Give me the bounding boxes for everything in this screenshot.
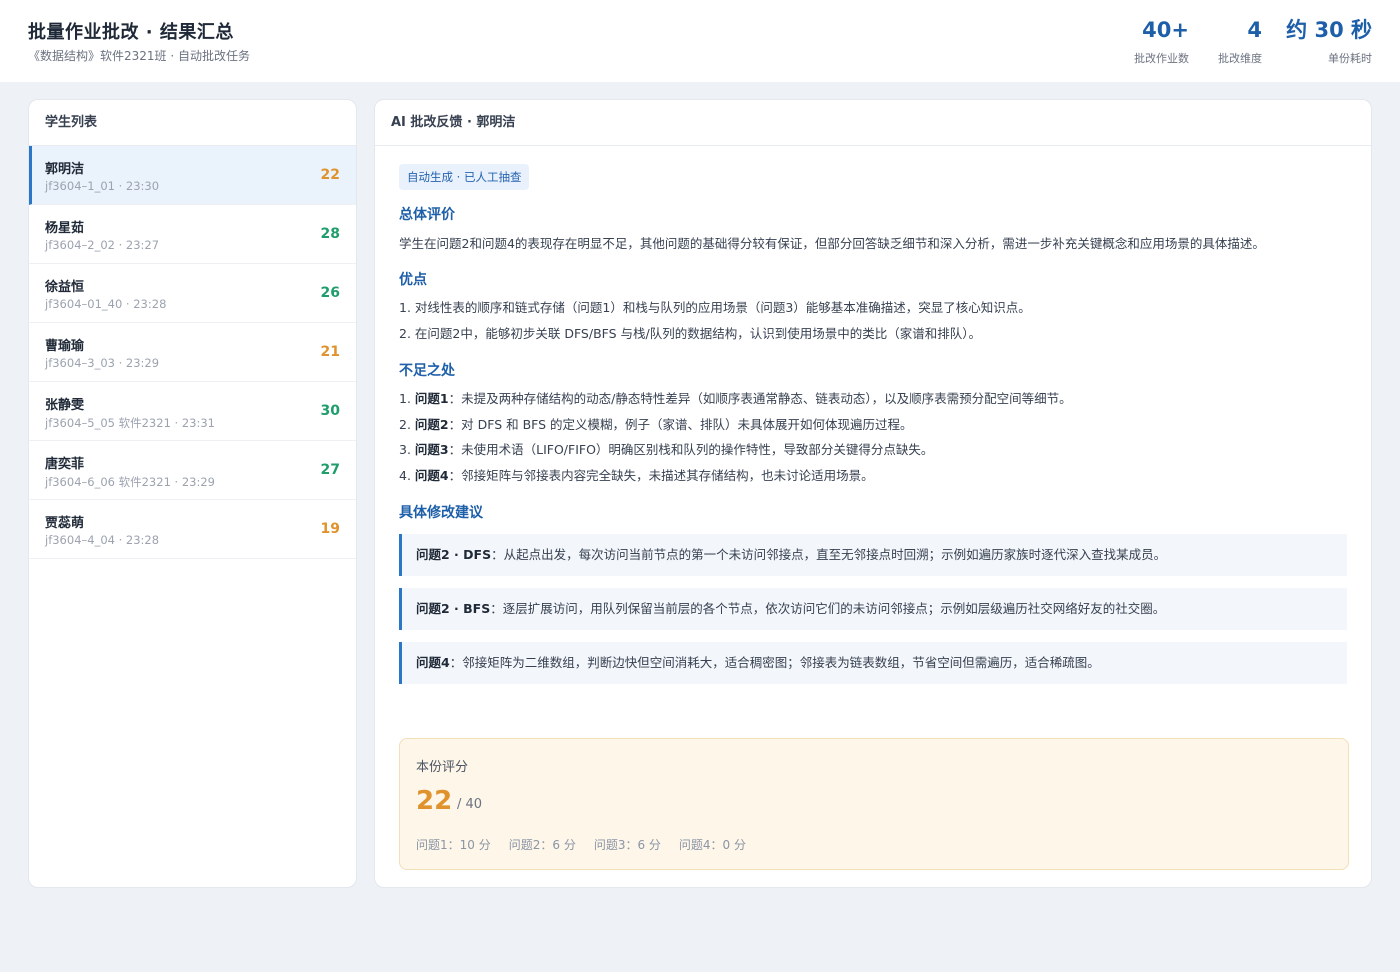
feedback-body: 自动生成 · 已人工抽查 总体评价 学生在问题2和问题4的表现存在明显不足，其他… bbox=[375, 146, 1371, 870]
student-name: 杨星茹 bbox=[45, 221, 85, 236]
stat-label: 单份耗时 bbox=[1328, 52, 1372, 65]
stat-value: 40+ bbox=[1142, 18, 1189, 42]
student-name: 贾蕊萌 bbox=[45, 516, 85, 531]
page-subtitle: 《数据结构》软件2321班 · 自动批改任务 bbox=[28, 49, 250, 63]
student-list: 郭明洁 jf3604–1_01 · 23:30 22 杨星茹 jf3604–2_02 ·… bbox=[29, 146, 356, 559]
list-item: 2. 在问题2中，能够初步关联 DFS/BFS 与栈/队列的数据结构，认识到使用… bbox=[399, 325, 981, 341]
strengths-list: 1. 对线性表的顺序和链式存储（问题1）和栈与队列的应用场景（问题3）能够基本准… bbox=[399, 295, 1347, 346]
student-score: 21 bbox=[320, 344, 340, 360]
student-score: 27 bbox=[320, 462, 340, 478]
weaknesses-list: 1. 问题1：未提及两种存储结构的动态/静态特性差异（如顺序表通常静态、链表动态… bbox=[399, 386, 1347, 488]
student-meta: jf3604–4_04 · 23:28 bbox=[45, 533, 160, 547]
score-breakdown: 问题1：10 分 问题2：6 分 问题3：6 分 问题4：0 分 bbox=[416, 836, 764, 853]
item-text: ：未提及两种存储结构的动态/静态特性差异（如顺序表通常静态、链表动态），以及顺序… bbox=[448, 391, 1072, 406]
item-number: 2. bbox=[399, 416, 411, 432]
student-name: 曹瑜瑜 bbox=[45, 339, 85, 354]
student-score: 26 bbox=[320, 285, 340, 301]
item-label: 问题3 bbox=[414, 442, 449, 457]
item-label: 问题2 bbox=[414, 416, 449, 432]
item-number: 4. bbox=[399, 467, 411, 483]
top-bar: 批量作业批改 · 结果汇总 《数据结构》软件2321班 · 自动批改任务 40+… bbox=[0, 0, 1400, 82]
suggestion-item: 问题2 · BFS：逐层扩展访问，用队列保留当前层的各个节点，依次访问它们的未访… bbox=[399, 588, 1347, 630]
list-item: 1. 问题1：未提及两种存储结构的动态/静态特性差异（如顺序表通常静态、链表动态… bbox=[399, 386, 1347, 412]
score-breakdown-item: 问题1：10 分 bbox=[416, 838, 491, 852]
suggestion-text: ：从起点出发，每次访问当前节点的第一个未访问邻接点，直至无邻接点时回溯；示例如遍… bbox=[491, 547, 1167, 562]
suggestion-text: ：逐层扩展访问，用队列保留当前层的各个节点，依次访问它们的未访问邻接点；示例如层… bbox=[490, 601, 1166, 616]
stat-value: 约 30 秒 bbox=[1286, 18, 1372, 42]
student-score: 22 bbox=[320, 167, 340, 183]
item-number: 3. bbox=[399, 442, 411, 457]
student-item[interactable]: 徐益恒 jf3604–01_40 · 23:28 26 bbox=[29, 264, 356, 323]
item-label: 问题4 bbox=[414, 467, 449, 483]
suggestion-label: 问题2 · DFS bbox=[416, 547, 492, 562]
student-item[interactable]: 张静雯 jf3604–5_05 软件2321 · 23:31 30 bbox=[29, 382, 356, 441]
student-item[interactable]: 郭明洁 jf3604–1_01 · 23:30 22 bbox=[29, 146, 356, 205]
list-item: 3. 问题3：未使用术语（LIFO/FIFO）明确区别栈和队列的操作特性，导致部… bbox=[399, 437, 1347, 463]
student-meta: jf3604–6_06 软件2321 · 23:29 bbox=[45, 475, 215, 489]
stat-label: 批改作业数 bbox=[1134, 52, 1189, 65]
student-meta: jf3604–1_01 · 23:30 bbox=[45, 179, 160, 193]
list-item: 1. 对线性表的顺序和链式存储（问题1）和栈与队列的应用场景（问题3）能够基本准… bbox=[399, 300, 1031, 315]
suggestions-title: 具体修改建议 bbox=[399, 505, 483, 521]
student-score: 28 bbox=[320, 226, 340, 242]
stat-dimensions: 4 批改维度 bbox=[1218, 17, 1262, 66]
item-text: ：对 DFS 和 BFS 的定义模糊，例子（家谱、排队）未具体展开如何体现遍历过… bbox=[448, 416, 913, 432]
student-name: 张静雯 bbox=[45, 398, 85, 413]
student-name: 郭明洁 bbox=[45, 162, 85, 177]
score-breakdown-item: 问题2：6 分 bbox=[508, 838, 576, 852]
stat-time-per-copy: 约 30 秒 单份耗时 bbox=[1286, 17, 1372, 66]
suggestion-text: ：邻接矩阵为二维数组，判断边快但空间消耗大，适合稠密图；邻接表为链表数组，节省空… bbox=[449, 655, 1100, 670]
score-total: / 40 bbox=[457, 797, 483, 812]
suggestion-item: 问题4：邻接矩阵为二维数组，判断边快但空间消耗大，适合稠密图；邻接表为链表数组，… bbox=[399, 642, 1347, 684]
student-score: 30 bbox=[320, 403, 340, 419]
page-title: 批量作业批改 · 结果汇总 bbox=[28, 22, 234, 43]
student-name: 唐奕菲 bbox=[45, 457, 85, 472]
suggestion-item: 问题2 · DFS：从起点出发，每次访问当前节点的第一个未访问邻接点，直至无邻接… bbox=[399, 534, 1347, 576]
suggestions-list: 问题2 · DFS：从起点出发，每次访问当前节点的第一个未访问邻接点，直至无邻接… bbox=[399, 534, 1347, 684]
score-summary: 本份评分 22 / 40 问题1：10 分 问题2：6 分 问题3：6 分 问题4：0… bbox=[399, 738, 1349, 870]
stat-homework-count: 40+ 批改作业数 bbox=[1134, 17, 1189, 66]
student-meta: jf3604–3_03 · 23:29 bbox=[45, 356, 160, 370]
list-item: 4. 问题4：邻接矩阵与邻接表内容完全缺失，未描述其存储结构，也未讨论适用场景。 bbox=[399, 463, 1347, 489]
student-meta: jf3604–2_02 · 23:27 bbox=[45, 238, 160, 252]
student-meta: jf3604–5_05 软件2321 · 23:31 bbox=[45, 416, 215, 430]
list-item: 2. 问题2：对 DFS 和 BFS 的定义模糊，例子（家谱、排队）未具体展开如… bbox=[399, 412, 1347, 438]
score-breakdown-item: 问题4：0 分 bbox=[678, 838, 747, 852]
score-label: 本份评分 bbox=[416, 760, 469, 775]
student-item[interactable]: 唐奕菲 jf3604–6_06 软件2321 · 23:29 27 bbox=[29, 441, 356, 500]
item-label: 问题1 bbox=[414, 391, 449, 406]
feedback-title: AI 批改反馈 · 郭明洁 bbox=[375, 100, 1371, 146]
score-value: 22 bbox=[416, 786, 453, 816]
status-badge: 自动生成 · 已人工抽查 bbox=[399, 164, 530, 190]
stat-value: 4 bbox=[1247, 18, 1262, 42]
student-list-panel: 学生列表 郭明洁 jf3604–1_01 · 23:30 22 杨星茹 jf3604–2… bbox=[28, 99, 357, 888]
student-list-title: 学生列表 bbox=[29, 100, 356, 146]
student-item[interactable]: 杨星茹 jf3604–2_02 · 23:27 28 bbox=[29, 205, 356, 264]
score-breakdown-item: 问题3：6 分 bbox=[593, 838, 661, 852]
student-name: 徐益恒 bbox=[45, 280, 85, 295]
suggestion-label: 问题2 · BFS bbox=[416, 601, 491, 616]
student-meta: jf3604–01_40 · 23:28 bbox=[45, 297, 167, 311]
feedback-panel: AI 批改反馈 · 郭明洁 自动生成 · 已人工抽查 总体评价 学生在问题2和问… bbox=[374, 99, 1372, 888]
item-text: ：未使用术语（LIFO/FIFO）明确区别栈和队列的操作特性，导致部分关键得分点… bbox=[448, 442, 934, 457]
suggestion-label: 问题4 bbox=[416, 655, 450, 670]
student-item[interactable]: 曹瑜瑜 jf3604–3_03 · 23:29 21 bbox=[29, 323, 356, 382]
stat-label: 批改维度 bbox=[1218, 52, 1262, 65]
student-score: 19 bbox=[320, 521, 340, 537]
overall-text: 学生在问题2和问题4的表现存在明显不足，其他问题的基础得分较有保证，但部分回答缺… bbox=[399, 236, 1265, 251]
weaknesses-title: 不足之处 bbox=[399, 363, 455, 379]
item-number: 1. bbox=[399, 391, 411, 406]
item-text: ：邻接矩阵与邻接表内容完全缺失，未描述其存储结构，也未讨论适用场景。 bbox=[448, 467, 874, 483]
overall-title: 总体评价 bbox=[399, 207, 455, 223]
strengths-title: 优点 bbox=[399, 272, 427, 288]
student-item[interactable]: 贾蕊萌 jf3604–4_04 · 23:28 19 bbox=[29, 500, 356, 559]
